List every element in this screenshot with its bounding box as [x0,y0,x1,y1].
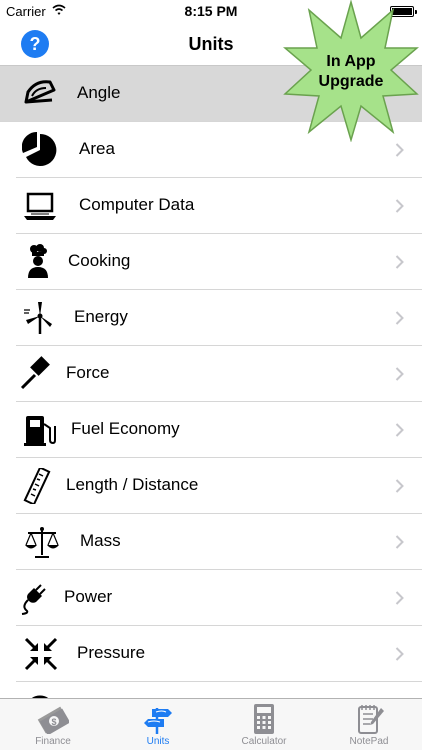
tab-label: Calculator [241,736,287,747]
list-item-cooking[interactable]: Cooking [0,234,422,290]
chevron-right-icon [395,591,404,605]
protractor-icon [24,80,56,104]
pie-area-icon [22,132,57,166]
list-item-mass[interactable]: Mass [0,514,422,570]
laptop-icon [24,192,56,220]
tab-notepad[interactable]: NotePad [316,699,422,750]
calculator-icon [254,704,274,734]
tab-label: NotePad [349,736,389,747]
chevron-right-icon [395,311,404,325]
tab-units[interactable]: Units [105,699,211,750]
list-item-label: Angle [77,83,121,102]
money-icon: $ [37,706,69,734]
list-item-pressure[interactable]: Pressure [0,626,422,682]
list-item-label: Pressure [77,643,146,662]
list-item-label: Cooking [68,251,131,270]
list-item-label: Mass [80,531,121,550]
power-plug-icon [21,584,46,615]
list-item-power[interactable]: Power [0,570,422,626]
in-app-upgrade-badge[interactable]: In App Upgrade [283,0,419,142]
list-item-energy[interactable]: Energy [0,290,422,346]
list-item-label: Computer Data [79,195,195,214]
tab-bar: $ Finance Units Calculator NotePad [0,698,422,750]
list-item-label: Fuel Economy [71,419,180,438]
ruler-icon [23,468,51,504]
tab-finance[interactable]: $ Finance [0,699,106,750]
chevron-right-icon [395,479,404,493]
list-item-fuel-economy[interactable]: Fuel Economy [0,402,422,458]
chevron-right-icon [395,199,404,213]
list-item-label: Power [64,587,113,606]
fuel-pump-icon [24,416,56,446]
scales-icon [25,527,59,558]
tab-calculator[interactable]: Calculator [211,699,317,750]
chevron-right-icon [395,143,404,157]
units-list: Angle Area Computer Data Cooking Energy … [0,66,422,698]
list-item-length-distance[interactable]: Length / Distance [0,458,422,514]
list-item-computer-data[interactable]: Computer Data [0,178,422,234]
list-item-label: Area [79,139,115,158]
list-item-label: Length / Distance [66,475,199,494]
tab-label: Units [146,736,170,747]
chef-icon [28,244,48,278]
upgrade-line-2: Upgrade [318,73,384,90]
notepad-icon [358,705,384,734]
list-item-force[interactable]: Force [0,346,422,402]
list-item-partial[interactable] [0,682,422,698]
list-item-label: Force [66,363,110,382]
svg-text:$: $ [51,717,56,727]
gavel-icon [20,356,50,390]
wind-turbine-icon [24,302,52,334]
upgrade-line-1: In App [326,53,376,70]
chevron-right-icon [395,367,404,381]
chevron-right-icon [395,255,404,269]
signpost-icon [144,708,172,734]
chevron-right-icon [395,423,404,437]
tab-label: Finance [35,736,71,747]
chevron-right-icon [395,535,404,549]
chevron-right-icon [395,647,404,661]
pressure-arrows-icon [24,637,58,671]
list-item-label: Energy [74,307,128,326]
